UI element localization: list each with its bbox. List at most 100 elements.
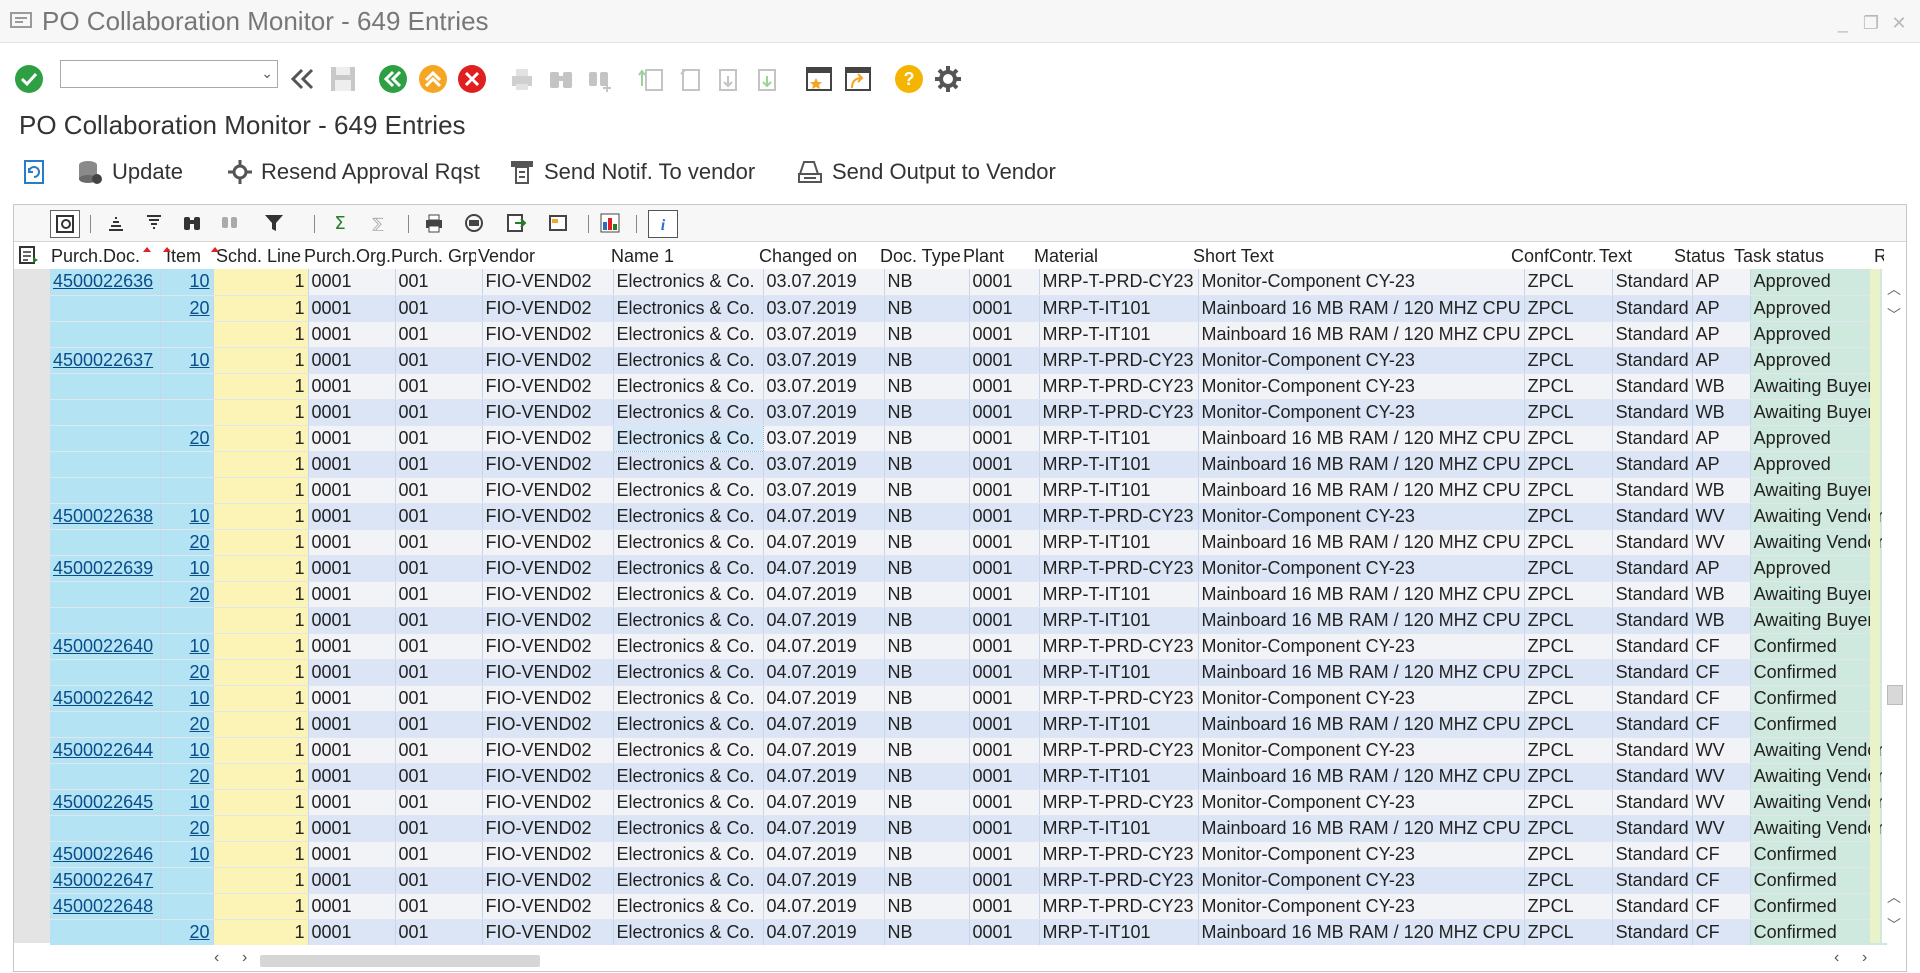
table-row[interactable]: 20 1 0001 001 FIO-VEND02 Electronics & Co. 04.… — [50, 659, 1888, 686]
col-header-confcontr[interactable]: ConfContr. — [1511, 244, 1595, 268]
table-row[interactable]: 1 0001 001 FIO-VEND02 Electronics & Co. 03.07… — [50, 373, 1888, 400]
table-row[interactable]: 20 1 0001 001 FIO-VEND02 Electronics & Co. 03.… — [50, 424, 1888, 452]
subtotal-icon[interactable]: ⅀ — [364, 210, 392, 236]
cell-item[interactable]: 20 — [160, 763, 214, 790]
col-header-task-status[interactable]: Task status — [1734, 244, 1870, 268]
scroll-up-icon[interactable]: ︿ — [1886, 279, 1902, 299]
cell-item[interactable]: 20 — [160, 815, 214, 842]
save-icon[interactable] — [328, 64, 358, 94]
sum-icon[interactable]: Σ — [326, 210, 354, 236]
col-header-purch-doc[interactable]: Purch.Doc. — [51, 244, 139, 268]
table-row[interactable]: 4500022638 10 1 0001 001 FIO-VEND02 Electronic… — [50, 503, 1888, 530]
exit-icon[interactable] — [418, 64, 448, 94]
col-header-name1[interactable]: Name 1 — [611, 244, 753, 268]
table-row[interactable]: 20 1 0001 001 FIO-VEND02 Electronics & Co. 04.… — [50, 711, 1888, 738]
table-row[interactable]: 4500022645 10 1 0001 001 FIO-VEND02 Electronic… — [50, 789, 1888, 816]
table-row[interactable]: 4500022646 10 1 0001 001 FIO-VEND02 Electronic… — [50, 841, 1888, 868]
info-icon[interactable]: i — [648, 210, 678, 238]
app-menu-icon[interactable] — [10, 12, 32, 28]
cell-item[interactable]: 20 — [160, 919, 214, 946]
find-icon[interactable] — [546, 64, 576, 94]
cell-item[interactable]: 20 — [160, 529, 214, 556]
last-page-icon[interactable] — [753, 64, 783, 94]
find-next-icon[interactable] — [216, 210, 244, 236]
find-next-icon[interactable] — [585, 64, 615, 94]
vertical-scrollbar[interactable]: ︿ ﹀ ︿ ﹀ — [1882, 269, 1906, 943]
table-row[interactable]: 1 0001 001 FIO-VEND02 Electronics & Co. 03.07… — [50, 321, 1888, 348]
scroll-left-icon[interactable]: ‹ — [1834, 949, 1839, 967]
cell-purch-doc[interactable]: 4500022640 — [50, 633, 161, 660]
table-row[interactable]: 4500022640 10 1 0001 001 FIO-VEND02 Electronic… — [50, 633, 1888, 660]
cell-purch-doc[interactable]: 4500022639 — [50, 555, 161, 582]
table-row[interactable]: 4500022637 10 1 0001 001 FIO-VEND02 Electronic… — [50, 347, 1888, 374]
table-row[interactable]: 20 1 0001 001 FIO-VEND02 Electronics & Co. 03.… — [50, 295, 1888, 322]
col-header-material[interactable]: Material — [1034, 244, 1186, 268]
table-row[interactable]: 20 1 0001 001 FIO-VEND02 Electronics & Co. 04.… — [50, 815, 1888, 842]
cell-item[interactable]: 10 — [160, 841, 214, 868]
col-header-plant[interactable]: Plant — [963, 244, 1031, 268]
table-row[interactable]: 20 1 0001 001 FIO-VEND02 Electronics & Co. 04.… — [50, 919, 1888, 946]
cell-item[interactable]: 20 — [160, 711, 214, 738]
table-row[interactable]: 20 1 0001 001 FIO-VEND02 Electronics & Co. 04.… — [50, 581, 1888, 608]
minimize-icon[interactable]: _ — [1834, 14, 1852, 32]
sort-descending-icon[interactable] — [140, 210, 168, 236]
refresh-button[interactable] — [20, 152, 56, 192]
table-row[interactable]: 4500022648 1 0001 001 FIO-VEND02 Electronics … — [50, 893, 1888, 920]
scroll-right-icon[interactable]: › — [1862, 949, 1867, 967]
cell-purch-doc[interactable]: 4500022636 — [50, 269, 161, 296]
help-icon[interactable]: ? — [894, 64, 924, 94]
resend-approval-button[interactable]: Resend Approval Rqst — [227, 152, 480, 192]
table-row[interactable]: 4500022644 10 1 0001 001 FIO-VEND02 Electronic… — [50, 737, 1888, 764]
cell-item[interactable]: 20 — [160, 581, 214, 608]
first-page-icon[interactable] — [636, 64, 666, 94]
cell-item[interactable]: 10 — [160, 789, 214, 816]
table-row[interactable]: 1 0001 001 FIO-VEND02 Electronics & Co. 03.07… — [50, 451, 1888, 478]
layout-icon[interactable] — [544, 210, 572, 236]
col-header-schd-line[interactable]: Schd. Line — [216, 244, 308, 268]
restore-icon[interactable]: ❐ — [1862, 14, 1880, 32]
send-output-button[interactable]: Send Output to Vendor — [796, 152, 1056, 192]
cell-purch-doc[interactable]: 4500022645 — [50, 789, 161, 816]
details-icon[interactable] — [50, 210, 80, 238]
settings-gear-icon[interactable] — [933, 64, 963, 94]
table-row[interactable]: 20 1 0001 001 FIO-VEND02 Electronics & Co. 04.… — [50, 763, 1888, 790]
cell-item[interactable]: 10 — [160, 633, 214, 660]
scroll-down-icon[interactable]: ﹀ — [1886, 305, 1902, 325]
cell-purch-doc[interactable]: 4500022648 — [50, 893, 161, 920]
new-session-icon[interactable] — [804, 64, 834, 94]
chevron-down-icon[interactable]: ⌄ — [261, 65, 273, 82]
scroll-down-icon[interactable]: ﹀ — [1886, 915, 1902, 935]
table-row[interactable]: 1 0001 001 FIO-VEND02 Electronics & Co. 04.07… — [50, 607, 1888, 634]
enter-icon[interactable] — [14, 64, 44, 94]
col-header-status[interactable]: Status — [1674, 244, 1728, 268]
select-all-icon[interactable] — [18, 245, 40, 267]
cell-item[interactable]: 10 — [160, 737, 214, 764]
cell-purch-doc[interactable]: 4500022646 — [50, 841, 161, 868]
cell-purch-doc[interactable]: 4500022647 — [50, 867, 161, 894]
cell-purch-doc[interactable]: 4500022644 — [50, 737, 161, 764]
print-icon[interactable] — [420, 210, 448, 236]
sort-ascending-icon[interactable] — [102, 210, 130, 236]
col-header-r[interactable]: R — [1874, 244, 1884, 268]
cell-item[interactable]: 10 — [160, 503, 214, 530]
col-header-text[interactable]: Text — [1599, 244, 1671, 268]
cell-item[interactable]: 20 — [160, 295, 214, 322]
cancel-icon[interactable] — [457, 64, 487, 94]
send-notif-button[interactable]: Send Notif. To vendor — [508, 152, 755, 192]
col-header-short-text[interactable]: Short Text — [1193, 244, 1505, 268]
col-header-vendor[interactable]: Vendor — [478, 244, 606, 268]
command-field[interactable]: ⌄ — [60, 60, 278, 88]
find-icon[interactable] — [178, 210, 206, 236]
table-row[interactable]: 1 0001 001 FIO-VEND02 Electronics & Co. 03.07… — [50, 477, 1888, 504]
cell-item[interactable]: 10 — [160, 347, 214, 374]
cell-item[interactable]: 10 — [160, 269, 214, 296]
export-icon[interactable] — [502, 210, 530, 236]
table-row[interactable]: 4500022647 1 0001 001 FIO-VEND02 Electronics … — [50, 867, 1888, 894]
filter-icon[interactable] — [260, 210, 288, 236]
previous-page-icon[interactable] — [675, 64, 705, 94]
scroll-left-icon[interactable]: ‹ — [214, 949, 219, 967]
cell-purch-doc[interactable]: 4500022638 — [50, 503, 161, 530]
close-window-icon[interactable]: ✕ — [1890, 14, 1908, 32]
col-header-changed-on[interactable]: Changed on — [759, 244, 874, 268]
table-row[interactable]: 4500022642 10 1 0001 001 FIO-VEND02 Electronic… — [50, 685, 1888, 712]
